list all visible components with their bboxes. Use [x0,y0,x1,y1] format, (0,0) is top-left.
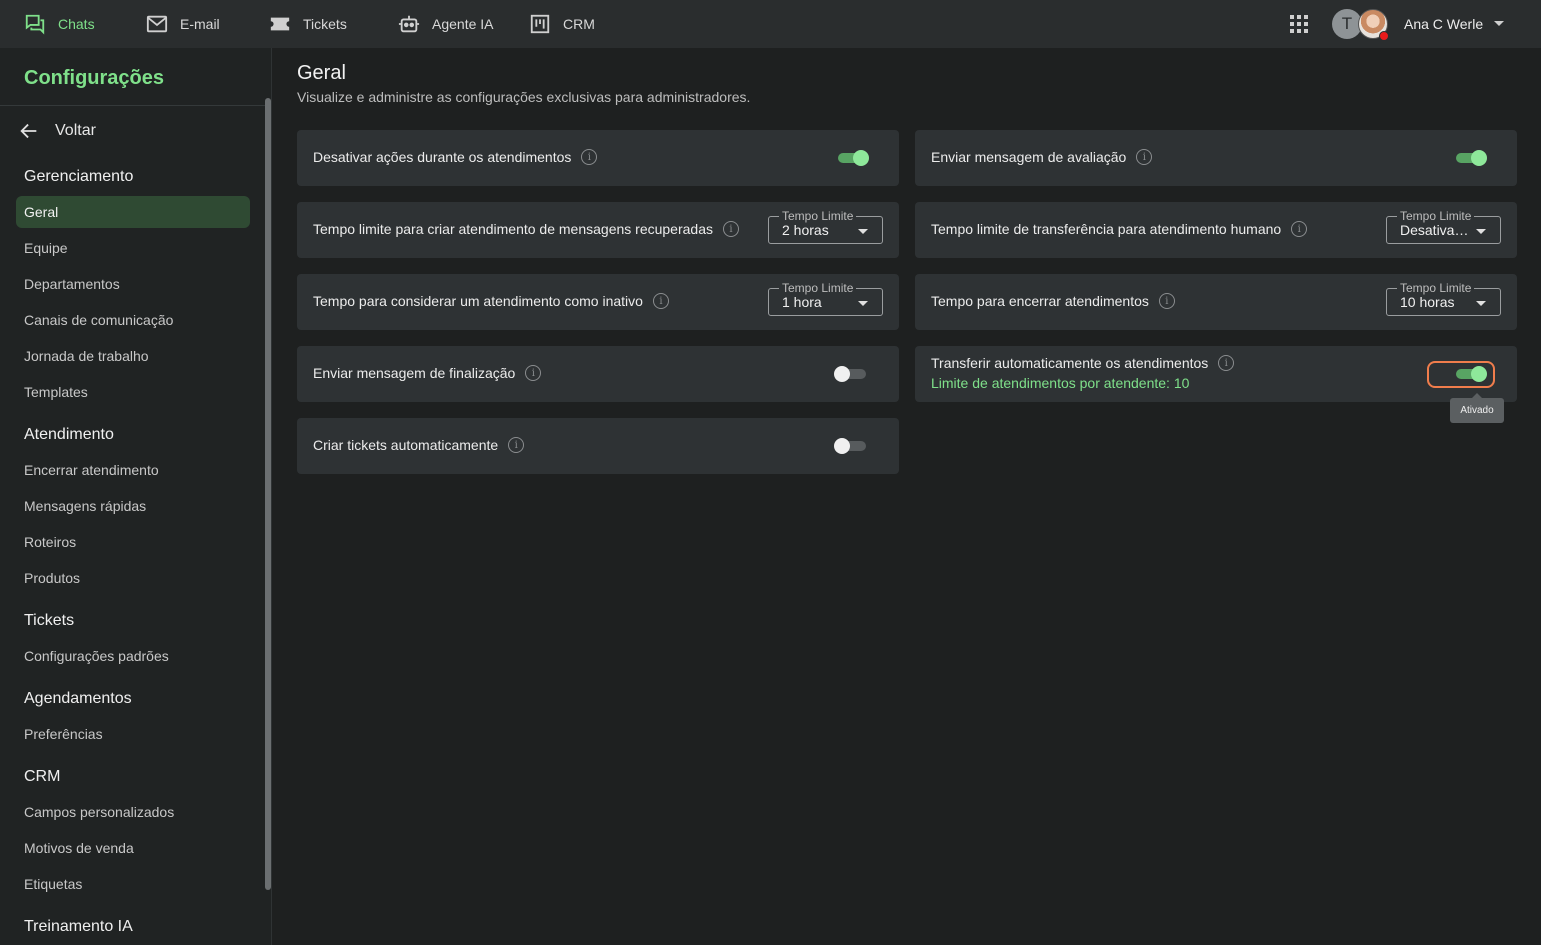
caret-down-icon [858,229,868,234]
divider [0,105,266,106]
sidebar: Configurações Voltar Gerenciamento Geral… [0,48,272,945]
user-name[interactable]: Ana C Werle [1404,16,1483,32]
sidebar-item-roteiros[interactable]: Roteiros [24,534,76,550]
info-icon[interactable]: i [1158,293,1175,309]
setting-label: Enviar mensagem de finalização [313,365,516,381]
nav-crm[interactable]: CRM [529,0,595,48]
sidebar-item-motivos[interactable]: Motivos de venda [24,840,134,856]
select-legend: Tempo Limite [779,281,857,295]
chevron-down-icon[interactable] [1494,21,1504,26]
recovered-timeout-select[interactable]: Tempo Limite 2 horas [768,209,883,244]
select-value: 1 hora [782,294,822,310]
robot-icon [398,15,420,33]
section-agendamentos: Agendamentos [24,690,132,707]
info-icon[interactable]: i [652,293,669,309]
info-icon[interactable]: i [525,365,542,381]
nav-crm-label: CRM [563,16,595,32]
nav-email-label: E-mail [180,16,220,32]
sidebar-item-departamentos[interactable]: Departamentos [24,276,120,292]
setting-label: Enviar mensagem de avaliação [931,149,1127,165]
page-subtitle: Visualize e administre as configurações … [297,89,751,105]
setting-label: Transferir automaticamente os atendiment… [931,355,1209,371]
info-icon[interactable]: i [1136,149,1153,165]
top-navigation-bar: Chats E-mail Tickets Agente IA CRM T Ana… [0,0,1541,48]
sidebar-scrollbar[interactable] [265,98,271,890]
ticket-icon [270,17,290,31]
info-icon[interactable]: i [581,149,598,165]
nav-email[interactable]: E-mail [146,0,220,48]
kanban-icon [530,14,550,34]
focus-ring [1427,361,1495,388]
send-finish-toggle[interactable] [834,365,866,383]
caret-down-icon [1476,301,1486,306]
disable-actions-toggle[interactable] [838,149,869,167]
info-icon[interactable]: i [508,437,525,453]
send-rating-toggle[interactable] [1456,149,1487,167]
caret-down-icon [1476,229,1486,234]
sidebar-item-mensagens[interactable]: Mensagens rápidas [24,498,146,514]
info-icon[interactable]: i [723,221,739,237]
auto-tickets-toggle[interactable] [834,437,866,455]
setting-label: Tempo limite de transferência para atend… [931,221,1282,237]
sidebar-item-config-padroes[interactable]: Configurações padrões [24,648,169,664]
apps-grid-icon[interactable] [1290,15,1308,33]
back-label: Voltar [55,122,96,139]
select-value: Desativa… [1400,222,1469,238]
setting-label: Tempo para encerrar atendimentos [931,293,1149,309]
section-treinamento-ia: Treinamento IA [24,918,133,935]
inactive-time-select[interactable]: Tempo Limite 1 hora [768,281,883,316]
select-legend: Tempo Limite [779,209,857,223]
nav-tickets-label: Tickets [303,16,347,32]
select-value: 10 horas [1400,294,1455,310]
setting-label: Desativar ações durante os atendimentos [313,149,572,165]
setting-label: Criar tickets automaticamente [313,437,499,453]
sidebar-title: Configurações [24,67,165,89]
nav-agente-ia[interactable]: Agente IA [398,0,494,48]
select-legend: Tempo Limite [1397,209,1475,223]
nav-chats[interactable]: Chats [24,0,95,48]
human-transfer-timeout-select[interactable]: Tempo Limite Desativa… [1386,209,1501,244]
sidebar-item-templates[interactable]: Templates [24,384,88,400]
mail-icon [146,15,168,33]
section-atendimento: Atendimento [24,426,114,443]
nav-chats-label: Chats [58,16,95,32]
setting-auto-tickets: Criar tickets automaticamente i [297,418,899,474]
info-icon[interactable]: i [1291,221,1308,237]
setting-human-transfer-timeout: Tempo limite de transferência para atend… [915,202,1517,258]
sidebar-item-preferencias[interactable]: Preferências [24,726,103,742]
setting-close-time: Tempo para encerrar atendimentos i Tempo… [915,274,1517,330]
caret-down-icon [858,301,868,306]
close-time-select[interactable]: Tempo Limite 10 horas [1386,281,1501,316]
sidebar-item-produtos[interactable]: Produtos [24,570,80,586]
back-button[interactable]: Voltar [18,120,96,142]
setting-sublabel: Limite de atendimentos por atendente: 10 [931,375,1190,391]
setting-label: Tempo para considerar um atendimento com… [313,293,643,309]
setting-recovered-timeout: Tempo limite para criar atendimento de m… [297,202,899,258]
nav-agente-ia-label: Agente IA [432,16,494,32]
section-crm: CRM [24,768,61,785]
setting-inactive-time: Tempo para considerar um atendimento com… [297,274,899,330]
chat-icon [25,14,45,35]
section-tickets: Tickets [24,612,75,629]
nav-tickets[interactable]: Tickets [269,0,347,48]
setting-label: Tempo limite para criar atendimento de m… [313,221,713,237]
sidebar-item-equipe[interactable]: Equipe [24,240,68,256]
arrow-left-icon [20,123,37,139]
tooltip: Ativado [1450,393,1504,423]
section-gerenciamento: Gerenciamento [24,168,134,185]
sidebar-item-etiquetas[interactable]: Etiquetas [24,876,82,892]
sidebar-item-campos[interactable]: Campos personalizados [24,804,174,820]
sidebar-item-encerrar[interactable]: Encerrar atendimento [24,462,159,478]
setting-disable-actions: Desativar ações durante os atendimentos … [297,130,899,186]
sidebar-item-canais[interactable]: Canais de comunicação [24,312,173,328]
select-legend: Tempo Limite [1397,281,1475,295]
setting-send-finish: Enviar mensagem de finalização i [297,346,899,402]
select-value: 2 horas [782,222,829,238]
status-badge [1379,31,1389,41]
sidebar-item-geral[interactable]: Geral [16,196,250,228]
sidebar-item-jornada[interactable]: Jornada de trabalho [24,348,149,364]
info-icon[interactable]: i [1218,355,1235,371]
page-title: Geral [297,62,346,84]
setting-send-rating: Enviar mensagem de avaliação i [915,130,1517,186]
